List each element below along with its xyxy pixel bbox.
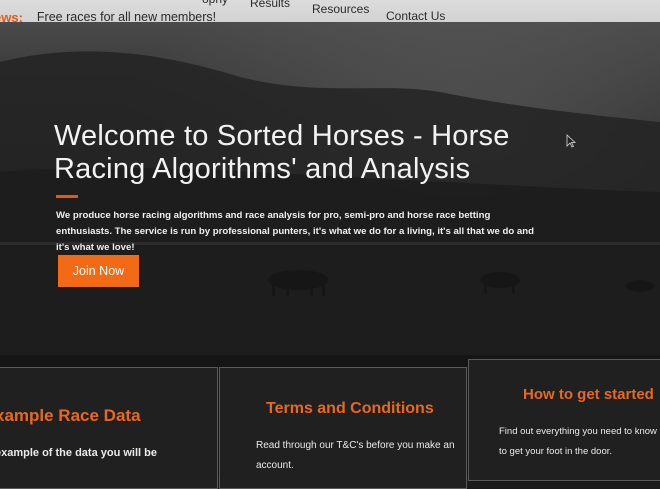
panel-title-started: How to get started [523, 386, 654, 403]
hero-background-image [0, 51, 660, 357]
title-underline [56, 195, 78, 198]
mouse-cursor-icon [566, 134, 576, 148]
panel-text-example: example of the data you will be [0, 447, 157, 459]
hero-section: Welcome to Sorted Horses - Horse Racing … [0, 22, 660, 357]
nav-link-partial[interactable]: ophy [202, 0, 228, 6]
panel-example-race-data[interactable]: xample Race Data example of the data you… [0, 367, 218, 489]
join-now-button[interactable]: Join Now [58, 255, 139, 287]
panel-title-example: xample Race Data [0, 406, 141, 425]
panel-text-started: Find out everything you need to know to … [499, 426, 657, 457]
panel-terms-and-conditions[interactable]: Terms and Conditions Read through our T&… [219, 367, 467, 489]
nav-link-resources[interactable]: Resources [312, 2, 369, 16]
nav-link-results[interactable]: Results [250, 0, 290, 10]
feature-panels: xample Race Data example of the data you… [0, 355, 660, 489]
hero-description: We produce horse racing algorithms and r… [56, 210, 534, 253]
panel-text-terms: Read through our T&C's before you make a… [256, 440, 455, 471]
panel-title-terms: Terms and Conditions [266, 400, 434, 417]
panel-how-to-get-started[interactable]: How to get started Find out everything y… [468, 359, 660, 481]
hero-title: Welcome to Sorted Horses - Horse Racing … [54, 120, 510, 185]
nav-link-contact[interactable]: Contact Us [386, 9, 445, 23]
